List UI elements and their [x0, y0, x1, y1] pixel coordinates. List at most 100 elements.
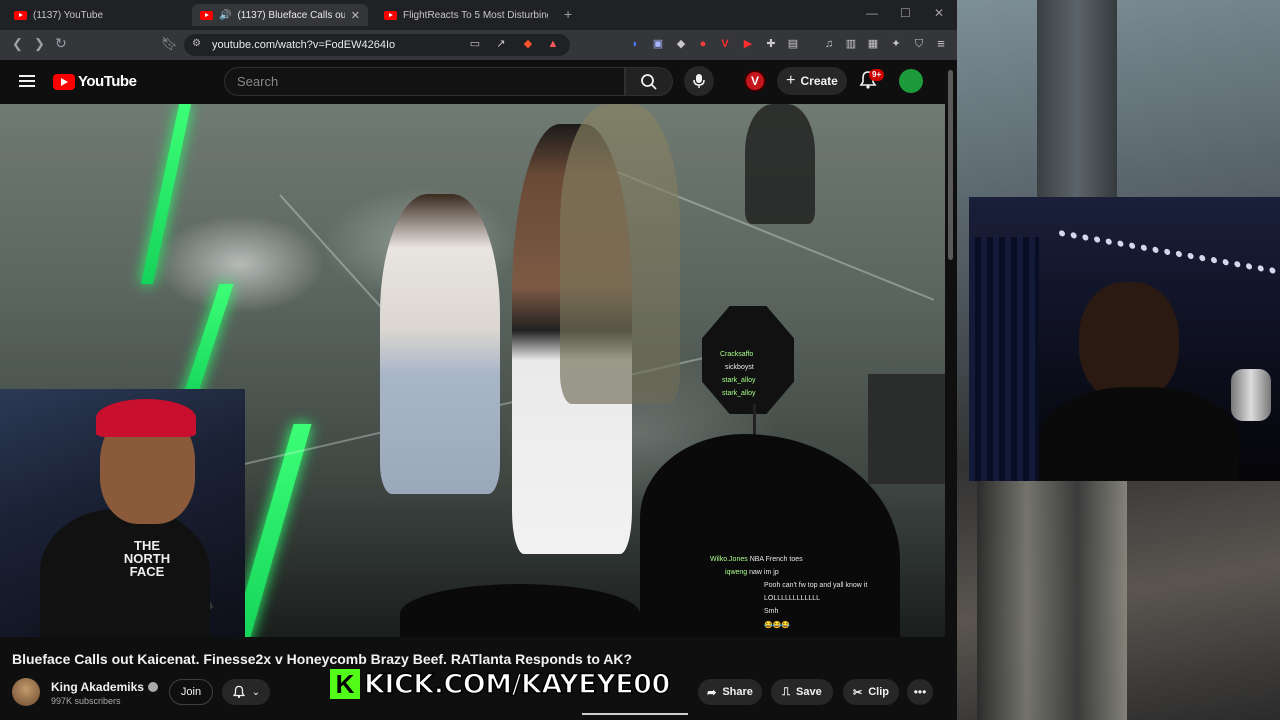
voice-search-button[interactable] — [684, 66, 714, 96]
site-info-icon[interactable]: ⚙ — [192, 38, 201, 49]
channel-badge[interactable]: V — [744, 70, 766, 92]
youtube-wordmark: YouTube — [78, 73, 137, 90]
sidebar-icon[interactable]: ▥ — [844, 37, 858, 51]
stage-light-strip — [180, 284, 234, 404]
background-tree-top — [1037, 0, 1117, 200]
notification-count-badge: 9+ — [869, 69, 885, 81]
overlay-underline — [582, 713, 688, 715]
extension-diamond-icon[interactable]: ◆ — [674, 37, 688, 51]
screen: (1137) YouTube 🔊 (1137) Blueface Calls o… — [0, 0, 1280, 720]
extension-box-icon[interactable]: ▤ — [786, 37, 800, 51]
youtube-logo[interactable]: YouTube — [53, 73, 137, 90]
crowd-silhouette — [640, 434, 900, 637]
microphone — [1231, 369, 1271, 421]
chat-message: sickboyst — [725, 364, 754, 371]
browser-window: (1137) YouTube 🔊 (1137) Blueface Calls o… — [0, 0, 957, 720]
chat-message: LOLLLLLLLLLLLL — [764, 595, 821, 602]
tab-title: (1137) YouTube — [33, 9, 104, 21]
tab-flightreacts[interactable]: FlightReacts To 5 Most Disturbing Inf — [376, 4, 556, 26]
forward-icon[interactable]: ❯ — [34, 36, 45, 52]
share-page-icon[interactable]: ↗ — [494, 37, 508, 51]
maximize-icon[interactable]: ☐ — [900, 6, 911, 20]
join-button[interactable]: Join — [169, 679, 213, 705]
chat-message: Wilko.Jones NBA French toes — [710, 556, 803, 563]
extensions-puzzle-icon[interactable]: ✚ — [764, 37, 778, 51]
cast-icon[interactable]: ▭ — [468, 37, 482, 51]
chat-message: iqweng naw im jp — [725, 569, 779, 576]
leo-ai-icon[interactable]: ✦ — [889, 37, 903, 51]
channel-name[interactable]: King Akademiks — [51, 680, 158, 694]
browser-menu-icon[interactable]: ≡ — [934, 37, 948, 51]
menu-icon[interactable] — [19, 75, 35, 87]
streamer-webcam-right — [969, 197, 1280, 481]
extension-twitch-icon[interactable]: ▣ — [651, 37, 665, 51]
save-icon: ⎍ — [782, 685, 790, 698]
reload-icon[interactable]: ↻ — [55, 35, 67, 52]
video-title: Blueface Calls out Kaicenat. Finesse2x v… — [12, 651, 633, 667]
media-icon[interactable]: ♫ — [822, 37, 836, 51]
extension-youtube-icon[interactable]: ▶ — [741, 37, 755, 51]
tab-youtube-home[interactable]: (1137) YouTube — [6, 4, 188, 26]
brave-rewards-icon[interactable]: ▲ — [546, 37, 560, 51]
create-button[interactable]: + Create — [777, 67, 847, 95]
bookmark-icon[interactable]: 🔖︎ — [161, 36, 178, 52]
chat-message: stark_alloy — [722, 377, 756, 384]
create-label: Create — [800, 74, 838, 88]
save-button[interactable]: ⎍ Save — [771, 679, 833, 705]
stage-monitor — [868, 374, 945, 484]
clip-button[interactable]: ✂ Clip — [843, 679, 899, 705]
subscribed-button[interactable]: ⌄ — [222, 679, 270, 705]
search-button[interactable] — [625, 67, 673, 96]
minimize-icon[interactable]: — — [866, 6, 878, 20]
streamer-body — [1039, 387, 1239, 481]
youtube-play-icon — [53, 73, 75, 90]
tab-current-video[interactable]: 🔊 (1137) Blueface Calls out Kaic ✕ — [192, 4, 368, 26]
shirt-logo-text: THE NORTH FACE — [123, 538, 171, 579]
share-icon: ➦ — [707, 686, 717, 699]
tab-close-icon[interactable]: ✕ — [351, 9, 360, 22]
scrollbar-thumb[interactable] — [948, 70, 953, 260]
curtain — [969, 237, 1039, 481]
url-text: youtube.com/watch?v=FodEW4264Io — [212, 39, 396, 51]
chat-message: 😂😂😂 — [764, 622, 791, 629]
verified-check-icon — [147, 682, 158, 692]
more-actions-icon[interactable]: ••• — [907, 679, 933, 705]
bell-icon — [232, 685, 245, 699]
vpn-shield-icon[interactable]: ⛉ — [912, 37, 926, 51]
chat-message: Smh — [764, 608, 779, 615]
reactor-webcam-left: THE NORTH FACE — [0, 389, 245, 637]
youtube-favicon-icon — [200, 10, 213, 20]
stage-light-strip — [140, 104, 192, 284]
performer-left — [380, 194, 500, 494]
address-bar[interactable]: youtube.com/watch?v=FodEW4264Io — [184, 34, 570, 56]
window-close-icon[interactable]: ✕ — [934, 6, 944, 20]
channel-avatar[interactable] — [12, 678, 40, 706]
tab-bar: (1137) YouTube 🔊 (1137) Blueface Calls o… — [0, 0, 957, 30]
share-button[interactable]: ➦ Share — [698, 679, 762, 705]
extension-record-icon[interactable]: ● — [696, 37, 710, 51]
back-icon[interactable]: ❮ — [12, 36, 23, 52]
brave-shield-icon[interactable]: ◆ — [521, 37, 535, 51]
new-tab-icon[interactable]: + — [564, 6, 572, 22]
stage-lights-foreground — [400, 584, 640, 637]
tab-title: FlightReacts To 5 Most Disturbing Inf — [403, 9, 548, 21]
search-placeholder: Search — [237, 74, 279, 89]
background-tree-bottom — [977, 480, 1127, 720]
kick-url-text: KICK.COM/KAYEYE00 — [363, 668, 671, 701]
stage-speaker — [702, 306, 794, 414]
wallet-icon[interactable]: ▦ — [866, 37, 880, 51]
ceiling-lights — [1059, 197, 1280, 279]
account-avatar[interactable] — [899, 69, 923, 93]
microphone-icon — [693, 74, 705, 88]
kick-logo: K — [330, 669, 360, 699]
youtube-favicon-icon — [14, 10, 27, 20]
chevron-down-icon: ⌄ — [251, 686, 261, 698]
speaker-icon: 🔊 — [219, 9, 232, 21]
extension-audio-icon[interactable]: ◗ — [628, 37, 642, 51]
extension-v-icon[interactable]: V — [718, 37, 732, 51]
chat-message: stark_alloy — [722, 390, 756, 397]
tab-title: (1137) Blueface Calls out Kaic — [237, 9, 345, 21]
search-input[interactable]: Search — [224, 67, 625, 96]
subscriber-count: 997K subscribers — [51, 696, 121, 706]
scissors-icon: ✂ — [853, 686, 863, 699]
